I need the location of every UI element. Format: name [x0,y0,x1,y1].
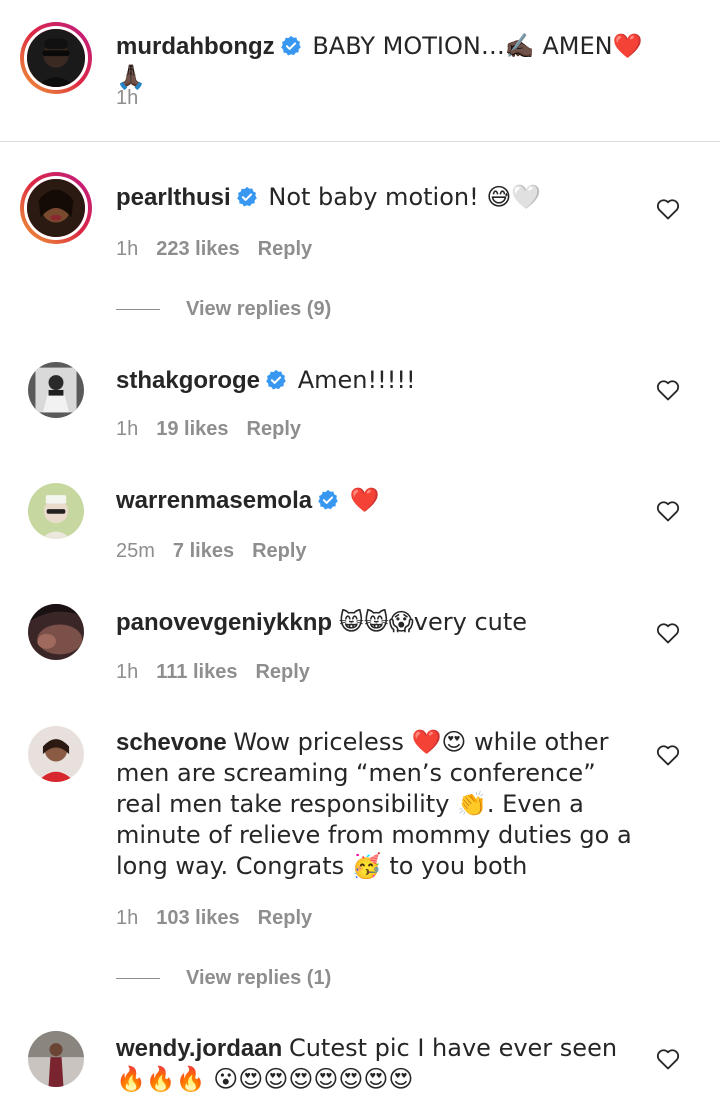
view-replies-label: View replies (1) [186,967,332,989]
comment-body: 😸😸😱very cute [338,608,528,636]
avatar-murdahbongz[interactable] [20,22,92,94]
comment-time: 1h [116,907,139,929]
caption-meta: 1h [116,86,156,110]
like-heart-icon[interactable] [656,379,680,401]
avatar-schevone[interactable] [28,726,84,782]
comment-likes[interactable]: 19 likes [156,418,228,440]
like-heart-icon[interactable] [656,1048,680,1070]
reply-button[interactable]: Reply [255,661,309,683]
like-heart-icon[interactable] [656,500,680,522]
comment-meta: 25m 7 likes Reply [116,539,325,563]
like-heart-icon[interactable] [656,622,680,644]
caption-text: murdahbongz BABY MOTION…✍🏿 AMEN❤️🙏🏿 [116,31,646,93]
comment-time: 1h [116,661,139,683]
comment-text: sthakgoroge Amen!!!!! [116,365,646,396]
caption-username[interactable]: murdahbongz [116,33,275,60]
verified-badge-icon [265,369,287,391]
comment-username[interactable]: panovevgeniykknp [116,609,332,636]
comment-username[interactable]: sthakgoroge [116,367,260,394]
comment-time: 1h [116,238,139,260]
like-heart-icon[interactable] [656,198,680,220]
comment-meta: 1h 111 likes Reply [116,660,328,684]
view-replies-label: View replies (9) [186,298,332,320]
comment-likes[interactable]: 7 likes [173,540,234,562]
post-caption: murdahbongz BABY MOTION…✍🏿 AMEN❤️🙏🏿 1h [0,0,720,142]
comment-meta: 1h 223 likes Reply [116,237,330,261]
comment-text: schevone Wow priceless ❤️😍 while other m… [116,727,646,882]
avatar-pearlthusi[interactable] [20,172,92,244]
comment-time: 1h [116,418,139,440]
caption-time: 1h [116,87,139,109]
avatar-wendy-jordaan[interactable] [28,1031,84,1087]
avatar-sthakgoroge[interactable] [28,362,84,418]
like-heart-icon[interactable] [656,744,680,766]
divider-line [116,309,160,311]
avatar-warrenmasemola[interactable] [28,483,84,539]
reply-button[interactable]: Reply [258,238,312,260]
comment-username[interactable]: schevone [116,729,227,756]
comment-likes[interactable]: 103 likes [156,907,239,929]
comment-username[interactable]: wendy.jordaan [116,1035,282,1062]
verified-badge-icon [236,186,258,208]
verified-badge-icon [280,35,302,57]
comment-text: wendy.jordaan Cutest pic I have ever see… [116,1033,646,1095]
comment-username[interactable]: pearlthusi [116,184,231,211]
reply-button[interactable]: Reply [252,540,306,562]
verified-badge-icon [317,489,339,511]
view-replies-button[interactable]: View replies (1) [116,966,331,990]
comment-body: Amen!!!!! [297,366,416,394]
avatar-panovevgeniykknp[interactable] [28,604,84,660]
comment-username[interactable]: warrenmasemola [116,487,312,514]
comment-text: panovevgeniykknp 😸😸😱very cute [116,607,646,638]
comment-text: warrenmasemola ❤️ [116,485,646,516]
reply-button[interactable]: Reply [258,907,312,929]
comment-body: ❤️ [349,486,380,514]
comment-body: Not baby motion! 😅🤍 [268,183,542,211]
comment-likes[interactable]: 111 likes [156,661,237,683]
comment-meta: 1h 103 likes Reply [116,906,330,930]
divider-line [116,978,160,980]
reply-button[interactable]: Reply [247,418,301,440]
comment-time: 25m [116,540,155,562]
view-replies-button[interactable]: View replies (9) [116,297,331,321]
comment-text: pearlthusi Not baby motion! 😅🤍 [116,182,646,213]
comment-meta: 1h 19 likes Reply [116,417,319,441]
comment-likes[interactable]: 223 likes [156,238,239,260]
